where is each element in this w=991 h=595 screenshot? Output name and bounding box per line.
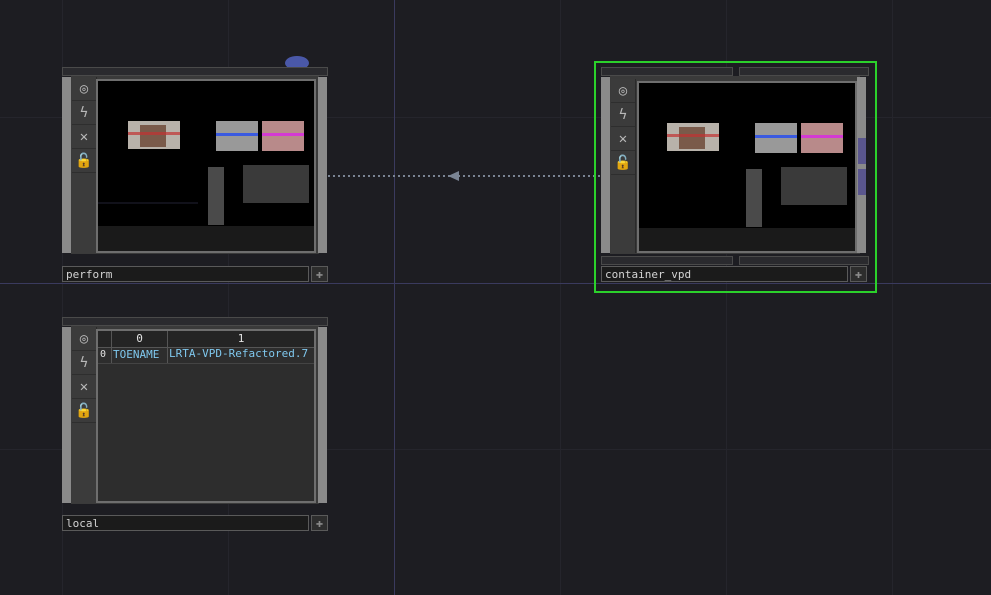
node-footer-bar	[601, 256, 733, 265]
node-container-vpd[interactable]: ◎ ϟ ✕ 🔓 container_vpd ✚	[601, 67, 869, 285]
lock-flag-icon[interactable]: 🔓	[72, 399, 96, 423]
node-output-strip[interactable]	[318, 77, 327, 253]
output-connector-2[interactable]	[858, 169, 866, 195]
cook-flag-icon[interactable]: ✕	[611, 127, 635, 151]
node-input-strip[interactable]	[62, 327, 71, 503]
node-plus-button[interactable]: ✚	[850, 266, 867, 282]
bypass-flag-icon[interactable]: ϟ	[611, 103, 635, 127]
viewer-content	[639, 83, 855, 251]
node-name-field[interactable]: local	[62, 515, 309, 531]
table-row-index: 0	[100, 349, 107, 360]
output-connector-1[interactable]	[858, 138, 866, 164]
node-viewer[interactable]	[637, 81, 857, 253]
node-local[interactable]: ◎ ϟ ✕ 🔓 0 1 0 TOENAME LRTA-VPD-Refactore…	[62, 317, 328, 535]
viewer-flag-icon[interactable]: ◎	[72, 327, 96, 351]
node-viewer[interactable]	[96, 79, 316, 253]
viewer-flag-icon[interactable]: ◎	[72, 77, 96, 101]
viewer-flag-icon[interactable]: ◎	[611, 79, 635, 103]
node-name-field[interactable]: container_vpd	[601, 266, 848, 282]
table-row-divider	[98, 363, 314, 364]
node-output-strip[interactable]	[857, 77, 866, 253]
node-output-strip[interactable]	[318, 327, 327, 503]
node-plus-button[interactable]: ✚	[311, 266, 328, 282]
table-column-header: 1	[237, 332, 245, 345]
node-header-bar-right	[739, 67, 869, 76]
node-name-field[interactable]: perform	[62, 266, 309, 282]
cook-flag-icon[interactable]: ✕	[72, 375, 96, 399]
node-perform[interactable]: ◎ ϟ ✕ 🔓 perform ✚	[62, 67, 328, 285]
node-flag-bar: ◎ ϟ ✕ 🔓	[72, 77, 97, 253]
table-cell[interactable]: TOENAME	[113, 348, 167, 362]
viewer-content	[98, 81, 314, 251]
bypass-flag-icon[interactable]: ϟ	[72, 101, 96, 125]
bypass-flag-icon[interactable]: ϟ	[72, 351, 96, 375]
cook-flag-icon[interactable]: ✕	[72, 125, 96, 149]
table-cell[interactable]: LRTA-VPD-Refactored.7	[169, 347, 314, 361]
node-footer-bar-right	[739, 256, 869, 265]
node-plus-button[interactable]: ✚	[311, 515, 328, 531]
link-arrow-icon	[448, 171, 459, 181]
table-viewer[interactable]: 0 1 0 TOENAME LRTA-VPD-Refactored.7	[96, 329, 316, 503]
node-flag-bar: ◎ ϟ ✕ 🔓	[72, 327, 97, 503]
node-header-bar	[601, 67, 733, 76]
table-column-header: 0	[136, 332, 143, 345]
node-header-bar	[62, 67, 328, 76]
lock-flag-icon[interactable]: 🔓	[611, 151, 635, 175]
node-input-strip[interactable]	[601, 77, 610, 253]
lock-flag-icon[interactable]: 🔓	[72, 149, 96, 173]
node-header-bar	[62, 317, 328, 326]
node-flag-bar: ◎ ϟ ✕ 🔓	[611, 79, 636, 253]
node-input-strip[interactable]	[62, 77, 71, 253]
